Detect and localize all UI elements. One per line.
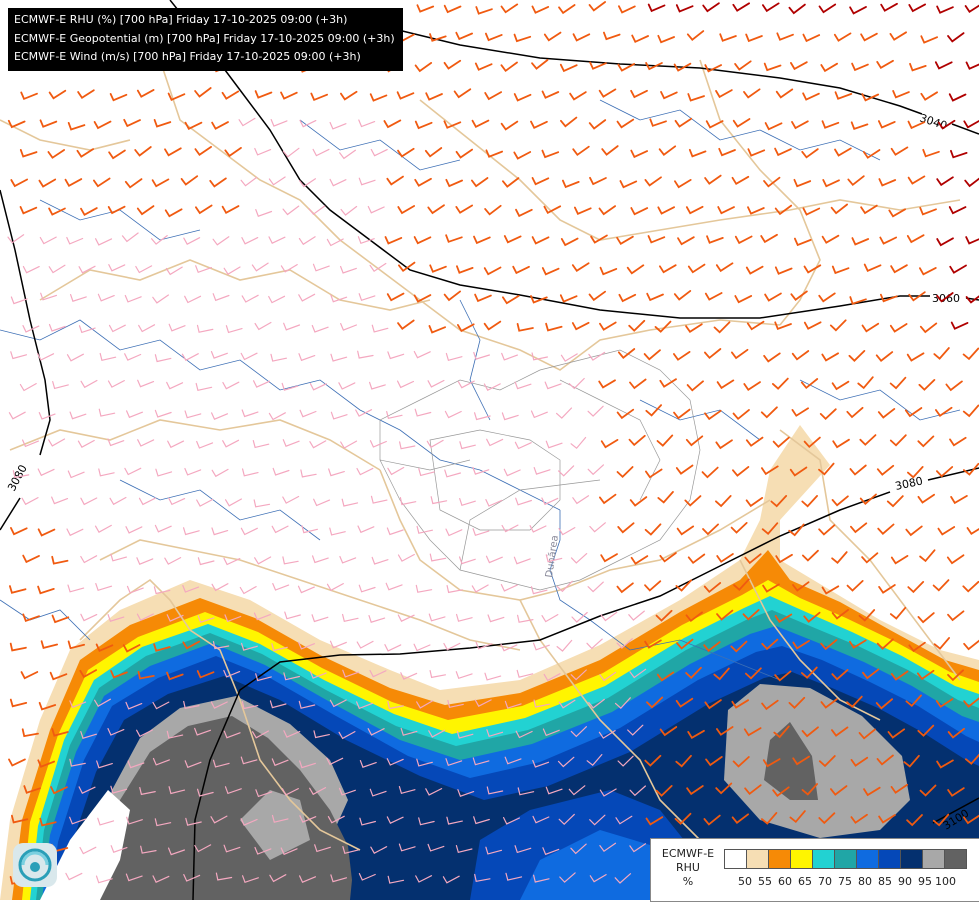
legend-title: ECMWF-E RHU % xyxy=(653,847,723,889)
legend-swatch xyxy=(724,849,747,869)
info-box: ECMWF-E RHU (%) [700 hPa] Friday 17-10-2… xyxy=(8,8,403,71)
legend-tick: 60 xyxy=(775,875,795,888)
legend-swatch xyxy=(834,849,857,869)
legend-tick: 55 xyxy=(755,875,775,888)
rhu-legend: ECMWF-E RHU % 50556065707580859095100 xyxy=(650,838,979,902)
legend-tick: 75 xyxy=(835,875,855,888)
legend-tick: 50 xyxy=(735,875,755,888)
legend-swatch xyxy=(790,849,813,869)
legend-tick: 85 xyxy=(875,875,895,888)
legend-tick: 100 xyxy=(935,875,955,888)
legend-swatch xyxy=(746,849,769,869)
legend-swatch xyxy=(856,849,879,869)
legend-title-model: ECMWF-E xyxy=(653,847,723,861)
legend-title-variable: RHU xyxy=(653,861,723,875)
info-line-wind: ECMWF-E Wind (m/s) [700 hPa] Friday 17-1… xyxy=(14,48,395,67)
legend-tick: 65 xyxy=(795,875,815,888)
legend-tick: 90 xyxy=(895,875,915,888)
legend-swatches xyxy=(725,849,967,869)
legend-swatch xyxy=(944,849,967,869)
legend-tick: 80 xyxy=(855,875,875,888)
info-line-rhu: ECMWF-E RHU (%) [700 hPa] Friday 17-10-2… xyxy=(14,11,395,30)
logo-icon xyxy=(13,843,57,887)
legend-tick: 70 xyxy=(815,875,835,888)
legend-swatch xyxy=(878,849,901,869)
weather-map: 3040 3060 3080 3080 3100 Dunărea xyxy=(0,0,979,900)
legend-swatch xyxy=(768,849,791,869)
legend-swatch xyxy=(900,849,923,869)
legend-tick: 95 xyxy=(915,875,935,888)
legend-ticks: 50556065707580859095100 xyxy=(735,875,955,888)
legend-swatch xyxy=(922,849,945,869)
info-line-geopotential: ECMWF-E Geopotential (m) [700 hPa] Frida… xyxy=(14,30,395,49)
legend-title-unit: % xyxy=(653,875,723,889)
legend-swatch xyxy=(812,849,835,869)
